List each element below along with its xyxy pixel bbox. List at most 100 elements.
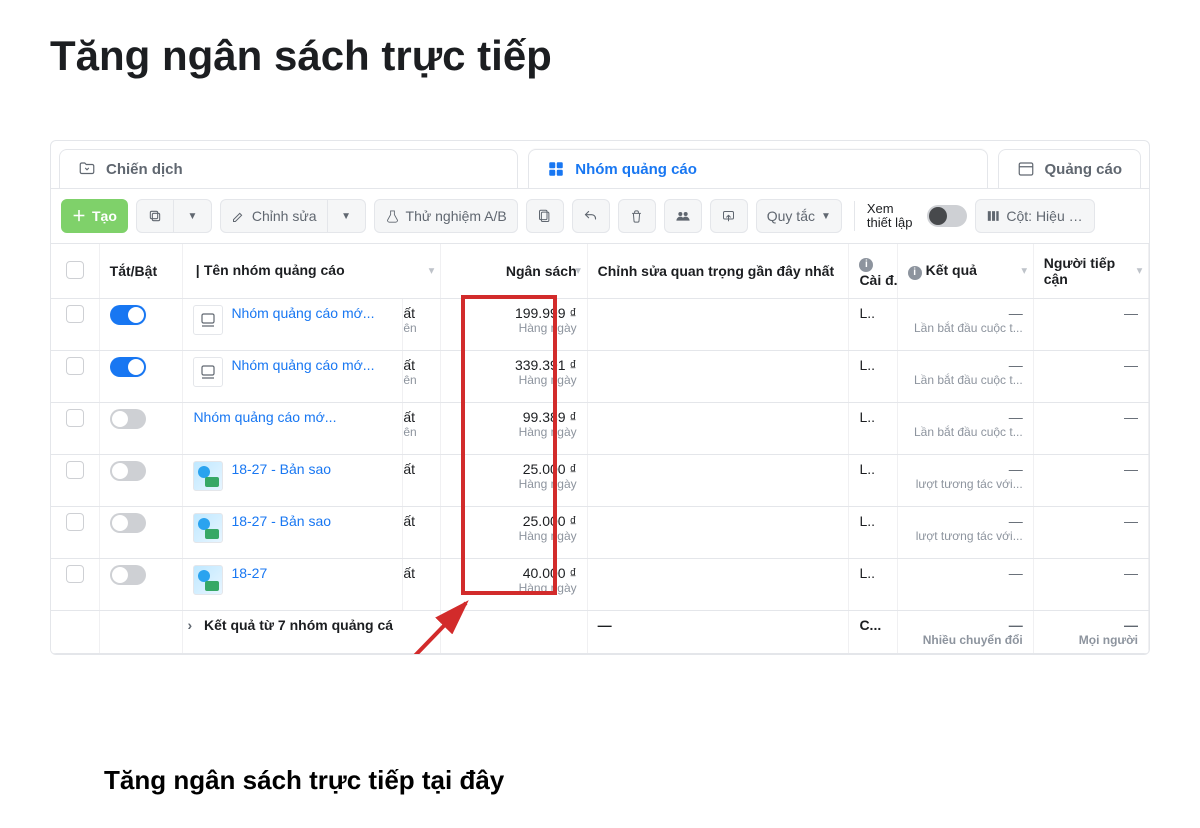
view-setup-toggle[interactable] — [927, 205, 967, 227]
row-toggle[interactable] — [110, 357, 146, 377]
result-sub: lượt tương tác với... — [908, 477, 1023, 491]
recent-edit-cell — [587, 299, 849, 351]
rules-button[interactable]: Quy tắc ▼ — [756, 199, 842, 233]
reach-value: — — [1124, 565, 1138, 581]
row-toggle[interactable] — [110, 565, 146, 585]
tab-adsets[interactable]: Nhóm quảng cáo — [528, 149, 987, 188]
undo-button[interactable] — [572, 199, 610, 233]
footer-result-dash: — — [908, 617, 1023, 633]
recent-edit-cell — [587, 403, 849, 455]
budget-amount[interactable]: 25.000 ₫ — [451, 461, 577, 477]
header-reach[interactable]: Người tiếp cận▾ — [1033, 244, 1148, 299]
reach-value: — — [1124, 513, 1138, 529]
edit-button[interactable]: Chỉnh sửa — [220, 199, 328, 233]
recent-edit-cell — [587, 559, 849, 611]
reach-value: — — [1124, 357, 1138, 373]
row-toggle[interactable] — [110, 305, 146, 325]
header-set[interactable]: iCài đ... — [849, 244, 897, 299]
budget-amount[interactable]: 25.000 ₫ — [451, 513, 577, 529]
table-row[interactable]: 18-27 - Bản saoất25.000 ₫Hàng ngàyL..—lư… — [51, 507, 1149, 559]
adset-name-link[interactable]: Nhóm quảng cáo mớ... — [231, 305, 374, 321]
row-checkbox[interactable] — [66, 305, 84, 323]
grid-icon — [547, 160, 565, 178]
row-checkbox[interactable] — [66, 409, 84, 427]
header-recent-label: Chỉnh sửa quan trọng gần đây nhất — [598, 263, 834, 279]
budget-period: Hàng ngày — [451, 529, 577, 543]
budget-amount[interactable]: 339.391 ₫ — [451, 357, 577, 373]
settings-cell: L.. — [849, 455, 897, 507]
chevron-right-icon[interactable]: › — [187, 617, 192, 633]
header-budget[interactable]: Ngân sách ▾ — [441, 244, 588, 299]
table-row[interactable]: 18-27ất40.000 ₫Hàng ngàyL..—— — [51, 559, 1149, 611]
export-button[interactable] — [710, 199, 748, 233]
footer-reach-sub: Mọi người — [1044, 633, 1138, 647]
name-tail: ất — [403, 513, 436, 529]
budget-amount[interactable]: 40.000 ₫ — [451, 565, 577, 581]
adset-name-link[interactable]: Nhóm quảng cáo mớ... — [231, 357, 374, 373]
adset-name-link[interactable]: 18-27 - Bản sao — [231, 461, 331, 477]
header-budget-label: Ngân sách — [506, 263, 577, 279]
recent-edit-cell — [587, 351, 849, 403]
columns-button[interactable]: Cột: Hiệu quả — [975, 199, 1095, 233]
row-checkbox[interactable] — [66, 461, 84, 479]
header-onoff[interactable]: Tắt/Bật — [99, 244, 183, 299]
budget-amount[interactable]: 199.999 ₫ — [451, 305, 577, 321]
budget-period: Hàng ngày — [451, 425, 577, 439]
adset-name-link[interactable]: 18-27 - Bản sao — [231, 513, 331, 529]
create-button[interactable]: ＋ Tạo — [61, 199, 128, 233]
header-name-label: Tên nhóm quảng cáo — [204, 262, 345, 278]
ab-test-button[interactable]: Thử nghiệm A/B — [374, 199, 518, 233]
adset-name-link[interactable]: 18-27 — [231, 565, 267, 581]
chevron-down-icon: ▼ — [341, 211, 351, 222]
tab-campaigns[interactable]: Chiến dịch — [59, 149, 518, 188]
table-row[interactable]: Nhóm quảng cáo mớ...ấtên99.389 ₫Hàng ngà… — [51, 403, 1149, 455]
header-onoff-label: Tắt/Bật — [110, 263, 157, 279]
adset-table: Tắt/Bật |Tên nhóm quảng cáo ▾ Ngân sách … — [51, 244, 1149, 654]
row-checkbox[interactable] — [66, 513, 84, 531]
sort-icon: ▾ — [429, 266, 434, 277]
row-toggle[interactable] — [110, 409, 146, 429]
header-name[interactable]: |Tên nhóm quảng cáo ▾ — [183, 244, 441, 299]
budget-amount[interactable]: 99.389 ₫ — [451, 409, 577, 425]
people-button[interactable] — [664, 199, 702, 233]
duplicate-button[interactable] — [136, 199, 174, 233]
budget-period: Hàng ngày — [451, 321, 577, 335]
result-value: — — [908, 409, 1023, 425]
chevron-down-icon: ▼ — [821, 211, 831, 222]
settings-cell: L.. — [849, 403, 897, 455]
toolbar: ＋ Tạo ▼ Chỉnh sửa ▼ Thử nghiệm A/B — [51, 188, 1149, 243]
result-value: — — [908, 513, 1023, 529]
row-toggle[interactable] — [110, 513, 146, 533]
recent-edit-cell — [587, 455, 849, 507]
row-checkbox[interactable] — [66, 357, 84, 375]
row-toggle[interactable] — [110, 461, 146, 481]
table-row[interactable]: 18-27 - Bản saoất25.000 ₫Hàng ngàyL..—lư… — [51, 455, 1149, 507]
adset-name-link[interactable]: Nhóm quảng cáo mớ... — [193, 409, 336, 425]
footer-label: Kết quả từ 7 nhóm quảng cá — [204, 617, 393, 633]
tab-ads[interactable]: Quảng cáo — [998, 149, 1142, 188]
header-recent[interactable]: Chỉnh sửa quan trọng gần đây nhất — [587, 244, 849, 299]
copy-button[interactable] — [526, 199, 564, 233]
table-row[interactable]: Nhóm quảng cáo mớ...ấtên199.999 ₫Hàng ng… — [51, 299, 1149, 351]
tabs-bar: Chiến dịch Nhóm quảng cáo Quảng cáo — [51, 141, 1149, 188]
table-row[interactable]: Nhóm quảng cáo mớ...ấtên339.391 ₫Hàng ng… — [51, 351, 1149, 403]
budget-period: Hàng ngày — [451, 477, 577, 491]
sort-icon: ▾ — [576, 266, 581, 277]
ab-test-label: Thử nghiệm A/B — [406, 208, 507, 224]
duplicate-dropdown[interactable]: ▼ — [174, 199, 212, 233]
row-checkbox[interactable] — [66, 565, 84, 583]
result-sub: lượt tương tác với... — [908, 529, 1023, 543]
header-result[interactable]: iKết quả▾ — [897, 244, 1033, 299]
edit-dropdown[interactable]: ▼ — [328, 199, 366, 233]
reach-value: — — [1124, 461, 1138, 477]
result-value: — — [908, 565, 1023, 581]
result-value: — — [908, 305, 1023, 321]
result-sub: Lần bắt đầu cuộc t... — [908, 321, 1023, 335]
table-wrap: Tắt/Bật |Tên nhóm quảng cáo ▾ Ngân sách … — [51, 243, 1149, 654]
separator — [854, 201, 855, 231]
edit-button-label: Chỉnh sửa — [252, 208, 317, 224]
table-header-row: Tắt/Bật |Tên nhóm quảng cáo ▾ Ngân sách … — [51, 244, 1149, 299]
header-checkbox[interactable] — [51, 244, 99, 299]
thumbnail-image — [193, 565, 223, 595]
delete-button[interactable] — [618, 199, 656, 233]
